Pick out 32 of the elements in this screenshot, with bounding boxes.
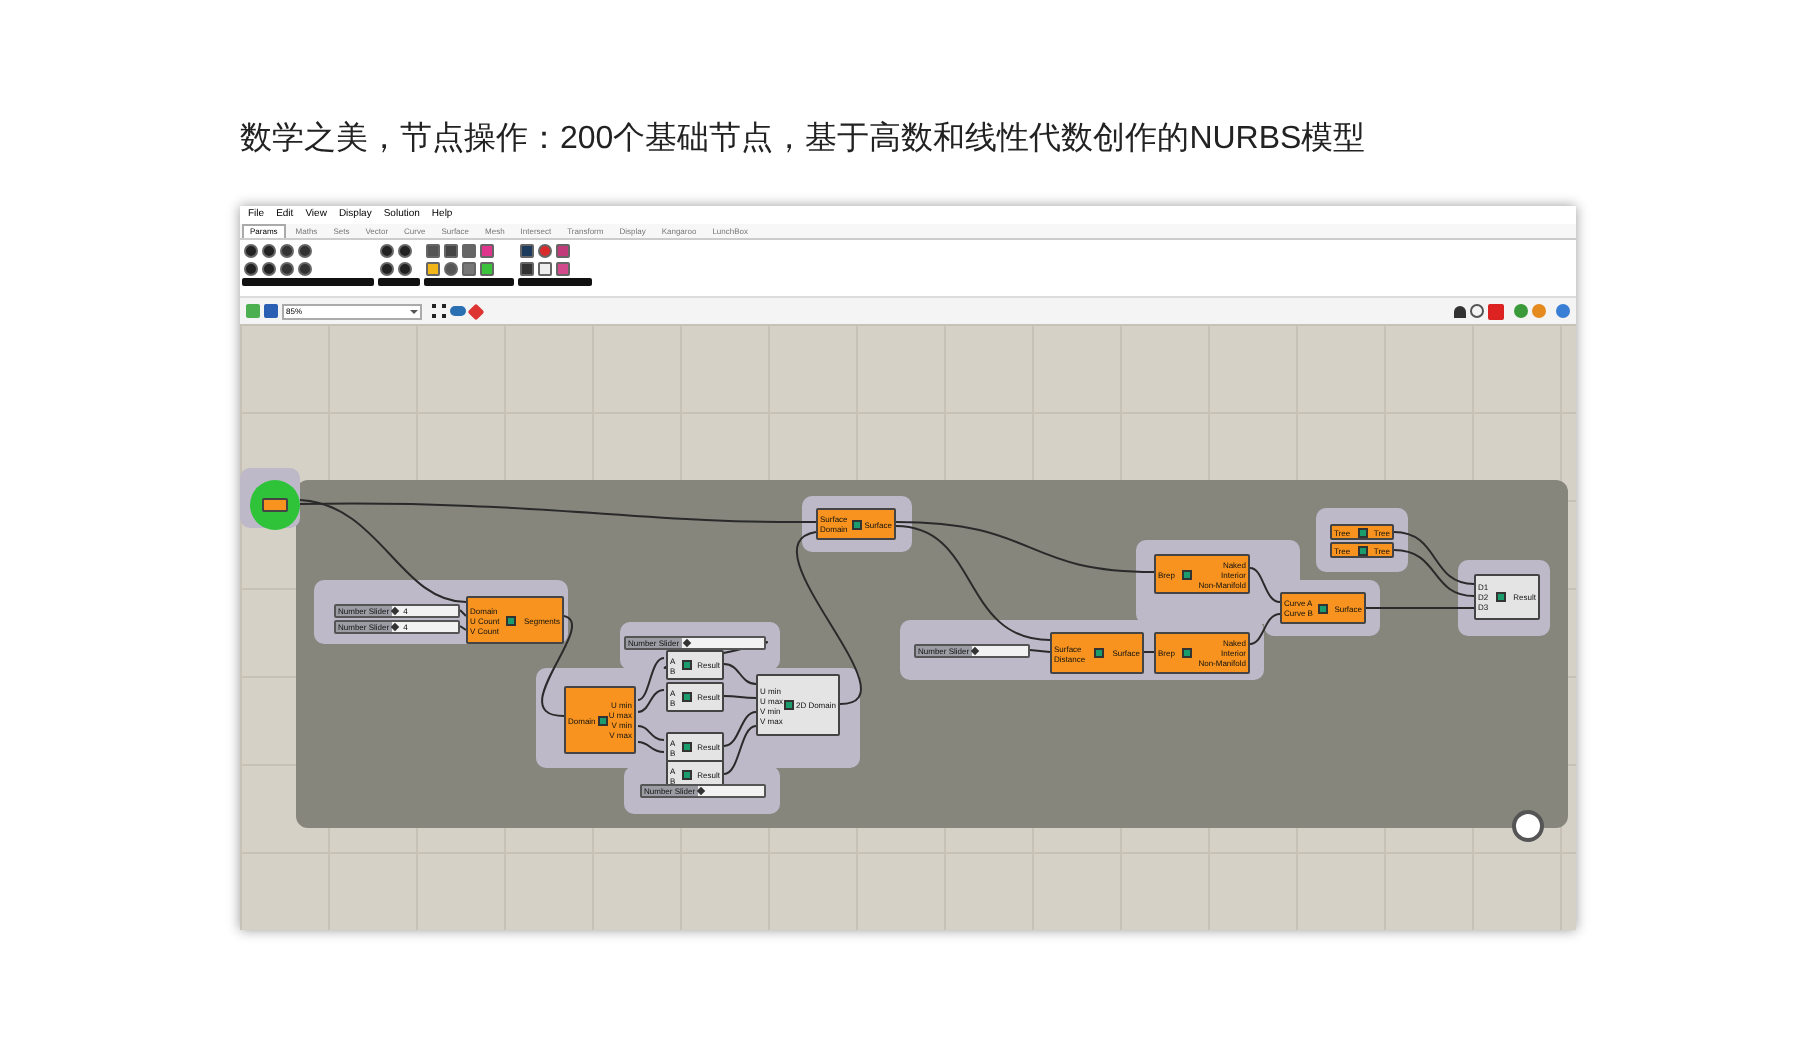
slider-grip[interactable] [391, 622, 400, 632]
component-icon [851, 519, 861, 529]
slider-grip[interactable] [697, 786, 706, 796]
component-icon [784, 700, 795, 710]
slider-grip[interactable] [682, 638, 691, 648]
component-icon [1181, 569, 1192, 579]
component-icon [1495, 592, 1506, 602]
connection-wire [1143, 651, 1155, 653]
node-canvas[interactable] [240, 324, 1576, 930]
connection-wire [1393, 531, 1475, 585]
slider-grip[interactable] [970, 646, 980, 656]
connection-wire [1393, 549, 1475, 597]
component-icon [506, 615, 517, 625]
cluster-node[interactable] [1512, 810, 1544, 842]
component-icon [1318, 603, 1329, 613]
component-icon [681, 692, 692, 702]
connection-wire [723, 695, 757, 699]
connection-wire [1249, 567, 1281, 603]
caret-icon [410, 309, 418, 313]
connection-wire [1249, 613, 1281, 645]
component-icon [1093, 648, 1104, 658]
component-icon [681, 742, 692, 752]
slider-grip[interactable] [391, 606, 400, 616]
slide-heading: 数学之美，节点操作：200个基础节点，基于高数和线性代数创作的NURBS模型 [240, 119, 1366, 160]
component-icon [681, 770, 692, 780]
connection-wire [1029, 649, 1051, 653]
component-icon [681, 660, 692, 670]
component-icon [1181, 648, 1192, 658]
component-icon [597, 715, 608, 725]
connection-wire [723, 711, 757, 747]
connection-wire [723, 725, 757, 775]
connection-wire [1365, 607, 1475, 609]
